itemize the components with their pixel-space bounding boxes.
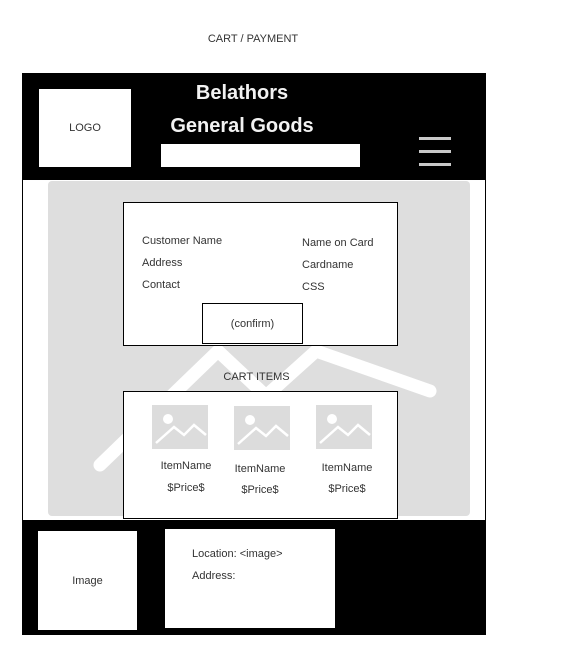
name-on-card-field[interactable]: Name on Card <box>302 237 374 249</box>
address-field[interactable]: Address <box>142 257 182 269</box>
image-placeholder-icon[interactable] <box>234 406 290 450</box>
logo[interactable]: LOGO <box>39 89 131 167</box>
item-name[interactable]: ItemName <box>146 460 226 472</box>
footer-image: Image <box>38 531 137 630</box>
customer-name-field[interactable]: Customer Name <box>142 235 222 247</box>
hamburger-menu-icon[interactable] <box>419 137 451 169</box>
image-placeholder-icon[interactable] <box>316 405 372 449</box>
image-placeholder-icon[interactable] <box>152 405 208 449</box>
footer-address: Address: <box>192 570 236 582</box>
footer-location-box <box>165 529 335 628</box>
cart-items-label: CART ITEMS <box>223 371 290 383</box>
search-input[interactable] <box>161 144 360 167</box>
card-number-field[interactable]: Cardname <box>302 259 353 271</box>
footer-location: Location: <image> <box>192 548 283 560</box>
page-label: CART / PAYMENT <box>207 33 299 45</box>
css-field[interactable]: CSS <box>302 281 325 293</box>
item-price: $Price$ <box>241 484 279 496</box>
item-price: $Price$ <box>167 482 205 494</box>
item-name[interactable]: ItemName <box>220 463 300 475</box>
brand-title-line2: General Goods <box>170 115 314 137</box>
item-name[interactable]: ItemName <box>307 462 387 474</box>
confirm-button[interactable]: (confirm) <box>202 303 303 344</box>
item-price: $Price$ <box>328 483 366 495</box>
contact-field[interactable]: Contact <box>142 279 180 291</box>
brand-title-line1: Belathors <box>195 82 289 104</box>
